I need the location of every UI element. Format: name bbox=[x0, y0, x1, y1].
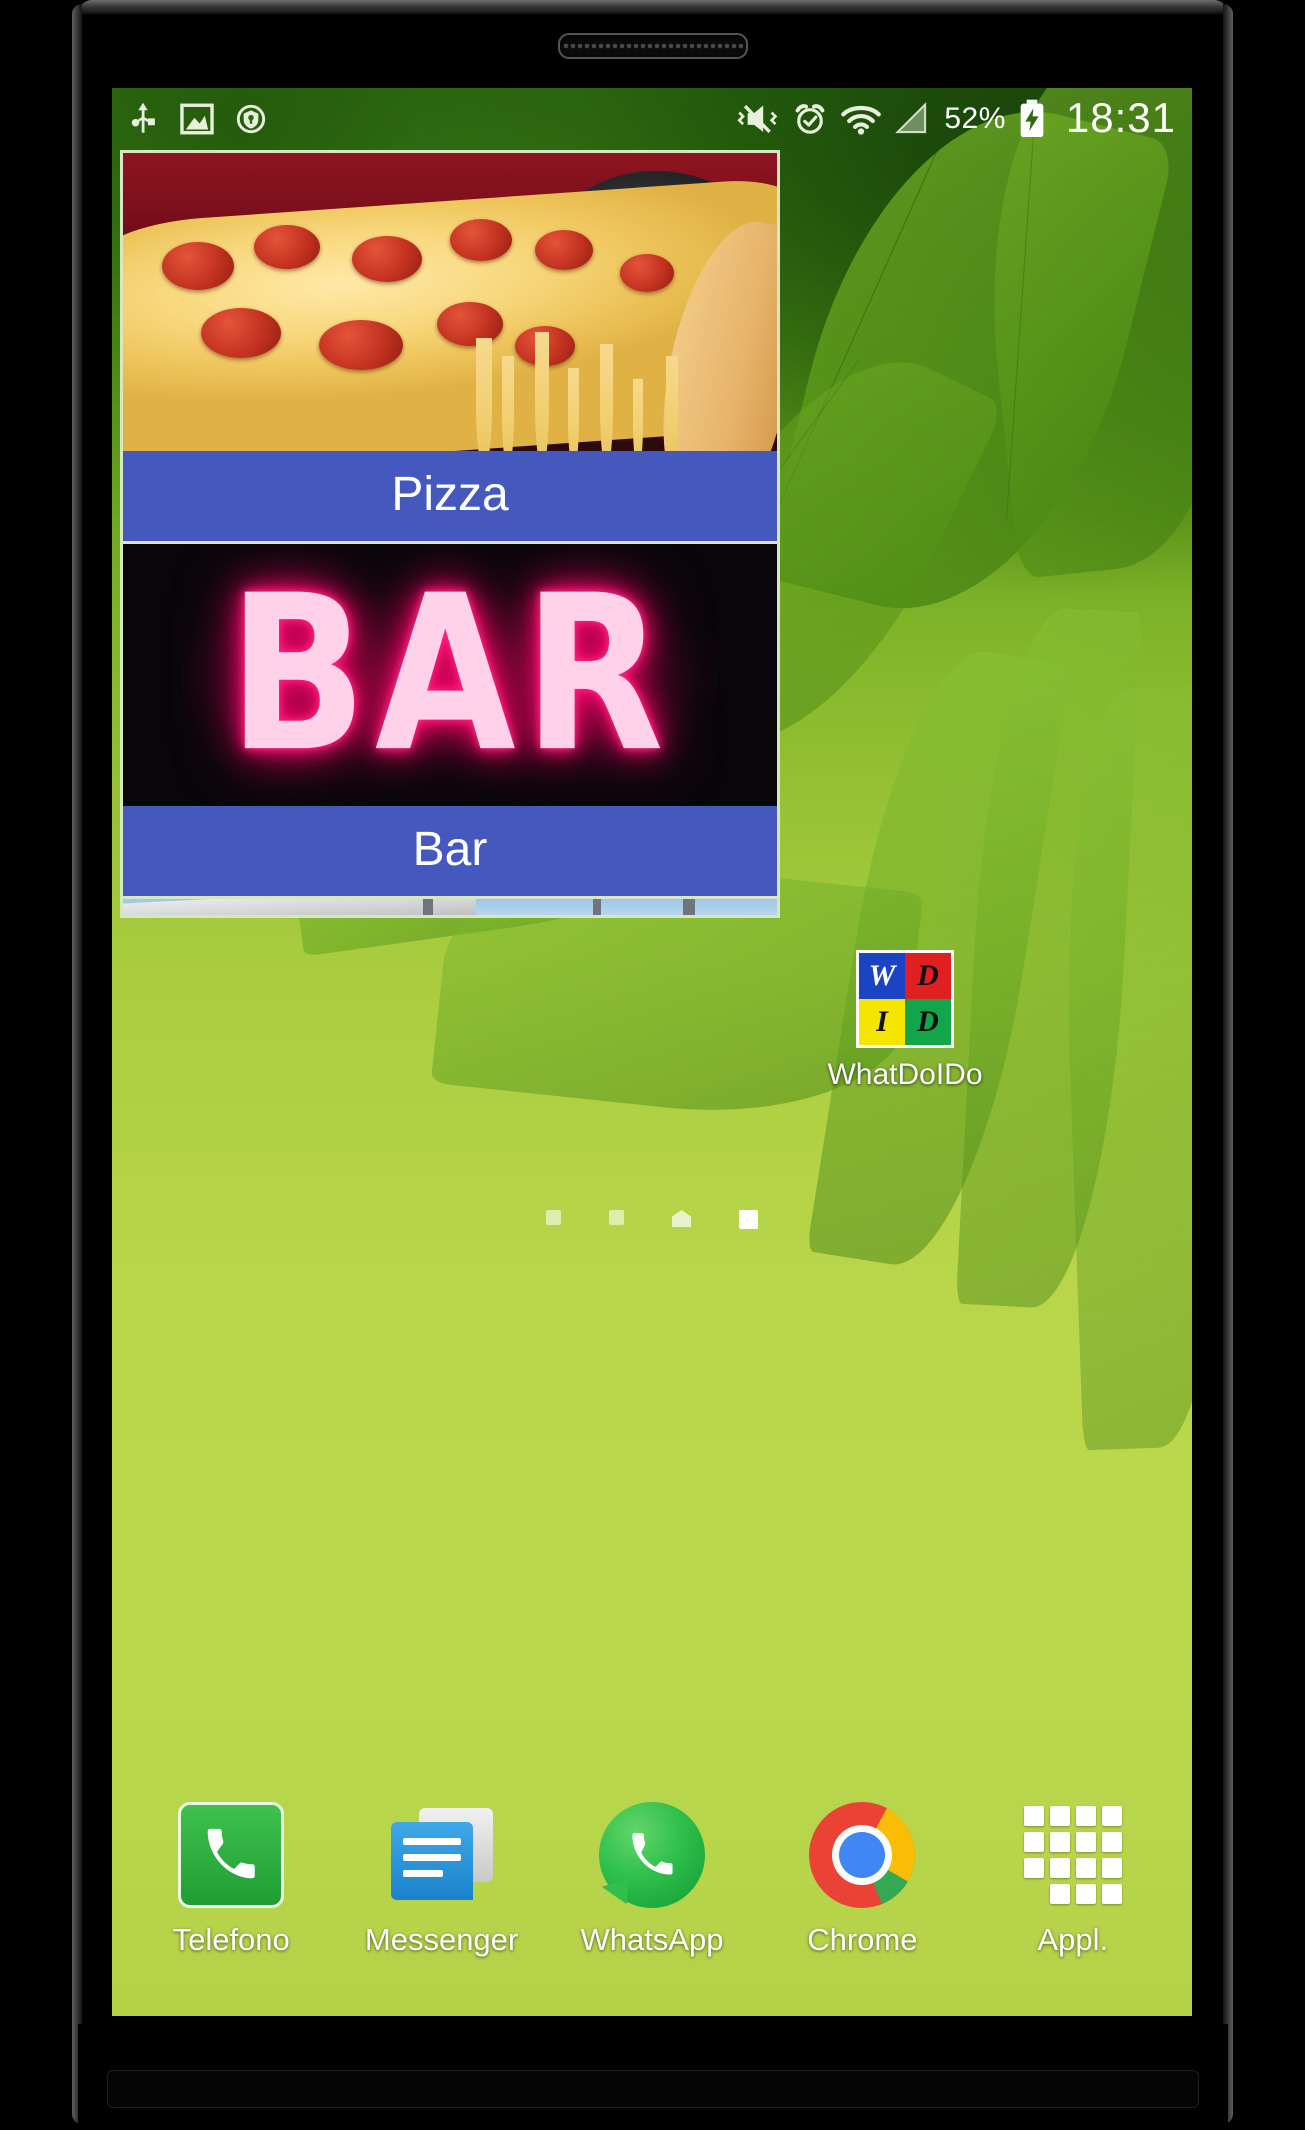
dock-label: Chrome bbox=[807, 1922, 918, 1957]
page-dot-2[interactable] bbox=[609, 1210, 624, 1225]
signal-icon bbox=[894, 102, 930, 136]
dock-label: Messenger bbox=[364, 1922, 519, 1957]
messages-icon[interactable] bbox=[389, 1802, 495, 1908]
dock: Telefono Messenger WhatsApp Chrome Appl. bbox=[112, 1802, 1192, 1958]
neon-bar-text: BAR bbox=[228, 548, 672, 800]
page-indicator bbox=[112, 1210, 1192, 1229]
page-dot-active[interactable] bbox=[739, 1210, 758, 1229]
earpiece-speaker bbox=[557, 33, 748, 59]
dock-item-apps[interactable]: Appl. bbox=[978, 1802, 1168, 1958]
phone-screen: 52% 18:31 Pizza BAR Bar W D I D WhatDoID… bbox=[112, 88, 1192, 2016]
shortcut-whatdoido[interactable]: W D I D WhatDoIDo bbox=[825, 950, 985, 1092]
tile-i: I bbox=[859, 999, 905, 1045]
app-drawer-icon[interactable] bbox=[1020, 1802, 1126, 1908]
chrome-icon[interactable] bbox=[809, 1802, 916, 1908]
tile-d1: D bbox=[905, 953, 951, 999]
device-bottom-bezel bbox=[78, 2024, 1228, 2130]
vibrate-mute-icon bbox=[736, 102, 780, 136]
dock-item-messenger[interactable]: Messenger bbox=[347, 1802, 537, 1958]
pizza-photo bbox=[123, 153, 777, 451]
bar-photo: BAR bbox=[123, 544, 777, 806]
alarm-icon bbox=[792, 102, 828, 136]
dock-label: Telefono bbox=[172, 1922, 290, 1957]
tile-w: W bbox=[859, 953, 905, 999]
usb-icon bbox=[128, 102, 158, 136]
shortcut-label: WhatDoIDo bbox=[827, 1058, 983, 1091]
device-top-bezel bbox=[78, 0, 1228, 14]
device-left-bezel bbox=[72, 4, 82, 2124]
dock-label: Appl. bbox=[1037, 1922, 1109, 1957]
device-right-bezel bbox=[1223, 4, 1233, 2124]
dock-label: WhatsApp bbox=[580, 1922, 724, 1957]
dock-item-chrome[interactable]: Chrome bbox=[767, 1802, 957, 1958]
status-clock: 18:31 bbox=[1065, 94, 1176, 141]
wifi-icon bbox=[840, 103, 882, 135]
station-photo bbox=[123, 899, 777, 915]
whatsapp-icon[interactable] bbox=[598, 1802, 705, 1908]
whatdoido-widget[interactable]: Pizza BAR Bar bbox=[120, 150, 780, 918]
widget-item-bar[interactable]: BAR Bar bbox=[123, 544, 777, 899]
widget-item-pizza[interactable]: Pizza bbox=[123, 153, 777, 544]
page-dot-home[interactable] bbox=[672, 1210, 691, 1227]
page-dot-1[interactable] bbox=[546, 1210, 561, 1225]
status-bar[interactable]: 52% 18:31 bbox=[112, 88, 1192, 150]
tile-d2: D bbox=[905, 999, 951, 1045]
phone-icon[interactable] bbox=[178, 1802, 285, 1908]
phone-device: 52% 18:31 Pizza BAR Bar W D I D WhatDoID… bbox=[0, 0, 1305, 2130]
whatdoido-app-icon[interactable]: W D I D bbox=[856, 950, 954, 1048]
dock-item-whatsapp[interactable]: WhatsApp bbox=[557, 1802, 747, 1958]
screenshot-icon bbox=[180, 103, 214, 135]
security-shield-icon bbox=[236, 103, 266, 135]
widget-item-label: Pizza bbox=[123, 451, 777, 544]
widget-item-partial[interactable] bbox=[123, 899, 777, 915]
widget-item-label: Bar bbox=[123, 806, 777, 899]
battery-charging-icon bbox=[1018, 99, 1046, 139]
dock-item-phone[interactable]: Telefono bbox=[136, 1802, 326, 1958]
bottom-speaker-grille bbox=[107, 2070, 1199, 2108]
battery-percent: 52% bbox=[944, 102, 1006, 135]
